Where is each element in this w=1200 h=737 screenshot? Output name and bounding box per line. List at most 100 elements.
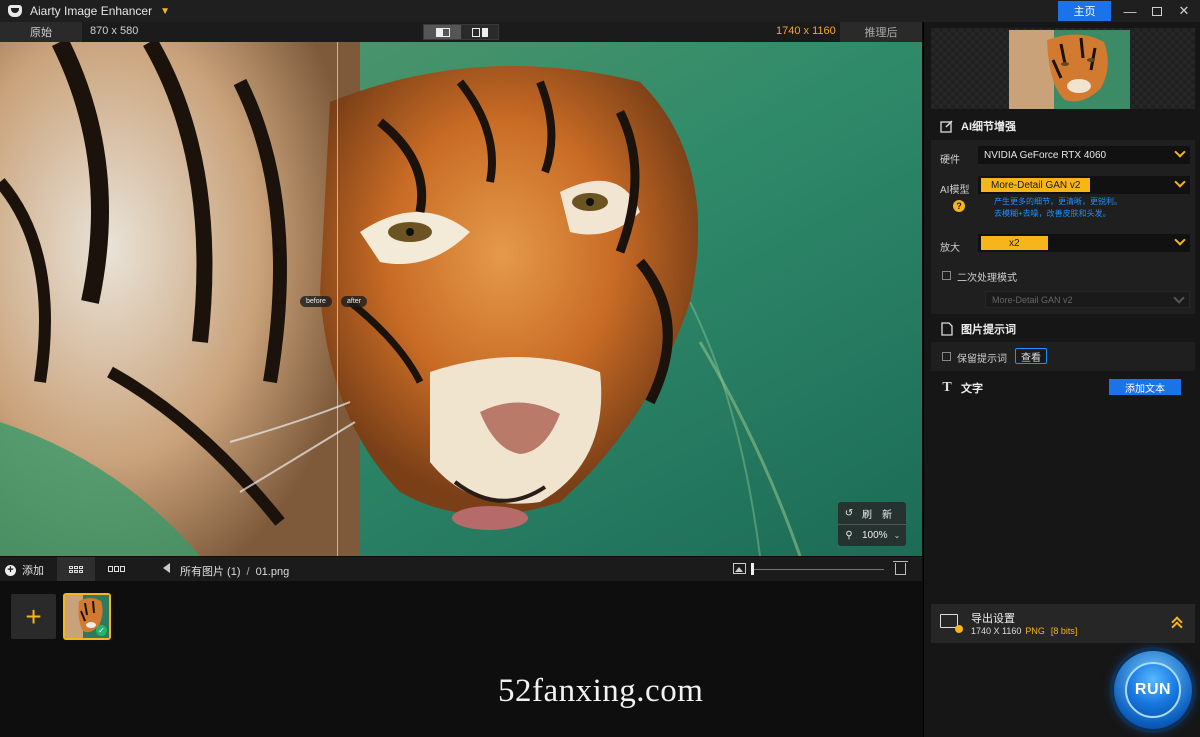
view-prompt-button[interactable]: 查看: [1015, 348, 1047, 364]
export-title: 导出设置: [971, 613, 1015, 625]
chevron-down-icon: ⌄: [893, 531, 901, 540]
prompt-section-title: 图片提示词: [940, 321, 1016, 337]
export-info: 1740 X 1160 PNG [8 bits]: [971, 626, 1077, 636]
edit-enhance-icon: [940, 119, 954, 133]
before-tag: before: [300, 296, 332, 307]
side-by-side-icon: [471, 27, 488, 37]
add-label: 添加: [22, 565, 44, 577]
compare-split-handle[interactable]: [337, 42, 338, 556]
grid-view-icon: [69, 565, 83, 573]
hardware-select[interactable]: NVIDIA GeForce RTX 4060: [978, 146, 1190, 164]
preview-image: [1009, 30, 1130, 109]
export-format: PNG: [1025, 626, 1045, 636]
side-by-side-button[interactable]: [461, 25, 498, 39]
add-text-button[interactable]: 添加文本: [1109, 379, 1181, 395]
app-menu-chevron-icon[interactable]: ▼: [160, 6, 170, 17]
title-bar: Aiarty Image Enhancer ▼ 主页 — ✕: [0, 0, 1200, 22]
breadcrumb-separator: /: [246, 566, 250, 578]
original-tab[interactable]: 原始: [0, 22, 82, 42]
run-button-area: RUN: [1101, 638, 1200, 737]
image-canvas[interactable]: before after ↺ 刷 新 ⚲ 100% ⌄: [0, 42, 922, 556]
after-tag: after: [341, 296, 368, 307]
tiger-image: [0, 42, 922, 556]
app-logo-icon: [8, 5, 22, 17]
export-size: 1740 X 1160: [971, 626, 1022, 636]
check-icon: ✓: [96, 625, 107, 636]
zoom-select[interactable]: ⚲ 100% ⌄: [838, 524, 906, 546]
model-description-line1: 产生更多的细节，更清晰，更锐利。: [994, 197, 1122, 206]
model-label: AI模型: [940, 185, 970, 196]
breadcrumb-file: 01.png: [255, 566, 290, 578]
minimize-icon[interactable]: —: [1121, 2, 1139, 20]
back-arrow-icon[interactable]: [163, 563, 170, 573]
slider-handle[interactable]: [751, 563, 754, 575]
second-pass-label: 二次处理模式: [957, 273, 1017, 284]
zoom-icon: ⚲: [845, 530, 853, 541]
breadcrumb: 所有图片 (1) / 01.png: [180, 563, 289, 579]
original-size: 870 x 580: [90, 25, 139, 37]
chevron-down-icon: [1174, 146, 1186, 158]
model-value: More-Detail GAN v2: [981, 178, 1091, 192]
trash-icon[interactable]: [893, 561, 908, 575]
breadcrumb-all-images[interactable]: 所有图片 (1): [180, 566, 241, 578]
viewer-header: 原始 870 x 580 1740 x 1160 推理后: [0, 22, 922, 42]
enhanced-size: 1740 x 1160: [776, 25, 836, 37]
close-icon[interactable]: ✕: [1175, 2, 1193, 20]
thumbnail-size-slider[interactable]: [752, 569, 884, 570]
upscale-label: 放大: [940, 243, 960, 254]
text-tool-icon: T: [942, 380, 952, 395]
second-pass-model-select[interactable]: More-Detail GAN v2: [985, 291, 1190, 308]
export-bits: [8 bits]: [1050, 626, 1078, 636]
grid-view-button[interactable]: [57, 557, 95, 581]
ai-settings-card: 硬件 NVIDIA GeForce RTX 4060 AI模型 More-Det…: [931, 140, 1195, 314]
upscale-select[interactable]: x2: [978, 234, 1190, 252]
image-size-icon: [733, 563, 746, 574]
filmstrip-view-icon: [107, 566, 125, 572]
filmstrip-view-button[interactable]: [98, 557, 134, 581]
ai-detail-label: AI细节增强: [961, 121, 1016, 133]
settings-panel: AI细节增强 硬件 NVIDIA GeForce RTX 4060 AI模型 M…: [923, 22, 1200, 737]
model-select[interactable]: More-Detail GAN v2: [978, 176, 1190, 194]
keep-prompt-label: 保留提示词: [957, 354, 1007, 365]
refresh-button[interactable]: ↺ 刷 新: [838, 502, 906, 524]
chevron-down-icon: [1174, 176, 1186, 188]
text-section-label: 文字: [961, 383, 983, 395]
export-settings-icon: [940, 614, 963, 633]
text-section-title: T 文字: [940, 380, 983, 396]
second-pass-checkbox[interactable]: [942, 271, 951, 280]
thumbnail-area: + ✓: [0, 581, 922, 737]
after-tab[interactable]: 推理后: [840, 22, 922, 42]
keep-prompt-checkbox[interactable]: [942, 352, 951, 361]
run-button[interactable]: RUN: [1125, 662, 1181, 718]
refresh-label: 刷 新: [862, 509, 892, 521]
compare-mode-toggle: [423, 24, 499, 40]
preview-box: [931, 28, 1195, 109]
second-pass-model-value: More-Detail GAN v2: [992, 294, 1073, 305]
upscale-value: x2: [981, 236, 1048, 250]
chevron-down-icon: [1173, 292, 1185, 304]
thumbnail-item[interactable]: ✓: [63, 593, 111, 640]
split-view-button[interactable]: [424, 25, 461, 39]
file-strip-toolbar: + 添加 所有图片 (1) / 01.png: [0, 557, 922, 581]
help-icon[interactable]: ?: [953, 200, 965, 212]
model-description-line2: 去模糊+去噪，改善皮肤和头发。: [994, 209, 1111, 218]
expand-up-icon[interactable]: [1171, 616, 1183, 633]
hardware-value: NVIDIA GeForce RTX 4060: [984, 149, 1107, 161]
refresh-icon: ↺: [844, 507, 854, 519]
zoom-value: 100%: [862, 530, 888, 541]
document-icon: [940, 322, 954, 336]
prompt-section-label: 图片提示词: [961, 324, 1016, 336]
chevron-down-icon: [1174, 234, 1186, 246]
prompt-card: 保留提示词: [931, 342, 1195, 371]
split-view-icon: [435, 27, 450, 37]
add-button[interactable]: + 添加: [5, 562, 44, 578]
home-button[interactable]: 主页: [1058, 1, 1111, 21]
hardware-label: 硬件: [940, 155, 960, 166]
add-icon: +: [5, 564, 16, 576]
add-image-button[interactable]: +: [11, 594, 56, 639]
app-title: Aiarty Image Enhancer: [30, 4, 153, 18]
watermark-text: 52fanxing.com: [498, 673, 704, 709]
maximize-icon[interactable]: [1148, 2, 1166, 20]
zoom-controls: ↺ 刷 新 ⚲ 100% ⌄: [838, 502, 906, 546]
ai-detail-section-title: AI细节增强: [940, 118, 1016, 134]
